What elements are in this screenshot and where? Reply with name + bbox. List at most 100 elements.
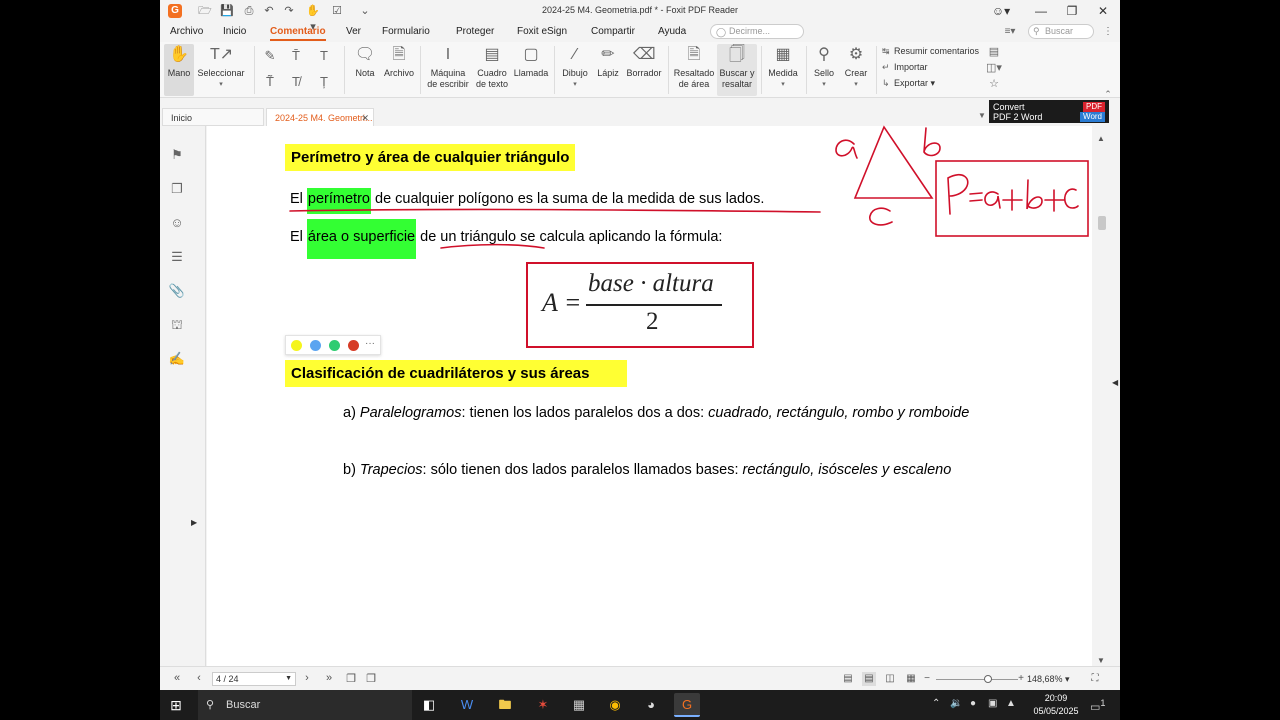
zoom-level-dropdown[interactable]: 148,68% ▾ (1027, 672, 1079, 686)
right-panel-toggle[interactable]: ◀ (1111, 126, 1120, 666)
color-green-swatch[interactable] (329, 340, 340, 351)
eraser-button[interactable]: ⌫ Borrador (624, 44, 664, 79)
callout-button[interactable]: ▢ Llamada (512, 44, 550, 79)
more-options-icon[interactable]: ⋮ (1100, 24, 1116, 40)
menu-foxit-esign[interactable]: Foxit eSign (517, 26, 567, 37)
bookmark-icon[interactable]: ⚑ (168, 146, 186, 164)
taskbar-search-box[interactable]: ⚲ Buscar (198, 690, 412, 720)
note-button[interactable]: 🗨 Nota (350, 44, 380, 79)
comments-icon[interactable]: ☺ (168, 214, 186, 232)
select-tool-button[interactable]: T↗ Seleccionar ▾ (196, 44, 246, 90)
device-icon[interactable]: ▣ (988, 698, 997, 709)
textbox-button[interactable]: ▤ Cuadro de texto (472, 44, 512, 90)
menu-ver[interactable]: Ver (346, 26, 361, 37)
replace-text-icon[interactable]: T̸ (288, 74, 304, 90)
next-view-icon[interactable]: ❐ (364, 672, 378, 685)
scrollbar-thumb[interactable] (1098, 216, 1106, 230)
file-explorer-icon[interactable]: 🖿 (492, 693, 518, 717)
stamp-button[interactable]: ⚲ Sello ▾ (810, 44, 838, 90)
typewriter-button[interactable]: I Máquina de escribir (426, 44, 470, 90)
menu-inicio[interactable]: Inicio (223, 26, 246, 37)
tab-document[interactable]: 2024-25 M4. Geometri... ✕ (266, 108, 374, 126)
scroll-down-icon[interactable]: ▼ (1097, 656, 1105, 665)
create-button[interactable]: ⚙ Crear ▾ (842, 44, 870, 90)
continuous-view-icon[interactable]: ▤ (862, 672, 876, 686)
underline-text-icon[interactable]: T (316, 48, 332, 64)
windows-start-icon[interactable]: ⊞ (168, 697, 184, 713)
comment-view-icon[interactable]: ◫▾ (986, 60, 1002, 76)
color-blue-swatch[interactable] (310, 340, 321, 351)
layers-icon[interactable]: ☰ (168, 248, 186, 266)
facing-view-icon[interactable]: ◫ (883, 672, 897, 686)
notification-icon[interactable]: ▭1 (1090, 698, 1106, 714)
squiggly-text-icon[interactable]: T̃ (262, 74, 278, 90)
wifi-icon[interactable]: ▲ (1006, 698, 1016, 709)
minimize-button[interactable]: — (1026, 2, 1056, 20)
keep-tool-icon[interactable]: ☆ (986, 76, 1002, 92)
highlight-icon[interactable]: ✎ (262, 48, 278, 64)
expand-right-panel-icon[interactable]: ◀ (1112, 378, 1118, 387)
area-highlight-button[interactable]: 🗎 Resaltado de área (672, 44, 716, 90)
security-icon[interactable]: ⛫ (168, 316, 186, 334)
task-view-icon[interactable]: ◧ (416, 693, 442, 717)
previous-page-icon[interactable]: ‹ (192, 672, 206, 684)
convert-pdf-word-banner[interactable]: Convert PDF 2 Word PDF Word (989, 100, 1109, 123)
export-button[interactable]: ↳ Exportar ▾ (882, 76, 935, 90)
zoom-in-icon[interactable]: + (1014, 672, 1028, 686)
menu-compartir[interactable]: Compartir (591, 26, 635, 37)
color-red-swatch[interactable] (348, 340, 359, 351)
page-thumbnails-icon[interactable]: ❐ (168, 180, 186, 198)
menu-ayuda[interactable]: Ayuda (658, 26, 686, 37)
next-page-icon[interactable]: › (300, 672, 314, 684)
zoom-slider-knob[interactable] (984, 675, 992, 683)
insert-text-icon[interactable]: Ț (316, 74, 332, 90)
import-button[interactable]: ↵ Importar (882, 60, 928, 74)
summarize-comments-button[interactable]: ↹ Resumir comentarios (882, 44, 979, 58)
word-app-icon[interactable]: W (454, 693, 480, 717)
page-number-input[interactable]: 4 / 24 ▼ (212, 672, 296, 686)
menu-archivo[interactable]: Archivo (170, 26, 203, 37)
first-page-icon[interactable]: « (170, 672, 184, 684)
strikeout-text-icon[interactable]: T̄ (288, 48, 304, 64)
drawing-button[interactable]: ∕ Dibujo ▾ (558, 44, 592, 90)
recorder-app-icon[interactable]: ◕ (638, 693, 664, 717)
signature-icon[interactable]: ✍ (168, 350, 186, 368)
continuous-facing-view-icon[interactable]: ▦ (904, 672, 918, 686)
measure-button[interactable]: ▦ Medida ▾ (764, 44, 802, 90)
microphone-icon[interactable]: ● (970, 698, 976, 709)
tab-home[interactable]: Inicio (162, 108, 264, 126)
tab-list-dropdown-icon[interactable]: ▼ (974, 108, 990, 124)
more-colors-icon[interactable]: ··· (365, 338, 375, 349)
scroll-up-icon[interactable]: ▲ (1097, 134, 1105, 143)
expand-panel-icon[interactable]: ▶ (191, 518, 197, 527)
full-screen-icon[interactable]: ⛶ (1088, 672, 1102, 686)
previous-view-icon[interactable]: ❐ (344, 672, 358, 685)
hand-tool-button[interactable]: ✋ Mano (164, 44, 194, 96)
menu-proteger[interactable]: Proteger (456, 26, 494, 37)
close-tab-icon[interactable]: ✕ (361, 109, 369, 127)
attachment-icon[interactable]: 📎 (168, 282, 186, 300)
search-input[interactable]: ⚲ Buscar (1028, 24, 1094, 39)
menu-comentario[interactable]: Comentario (270, 26, 326, 37)
restore-button[interactable]: ❐ (1057, 2, 1087, 20)
vertical-scrollbar[interactable]: ▲ ▼ (1094, 126, 1110, 666)
tell-me-input[interactable]: ◯ Decirme... (710, 24, 804, 39)
single-page-view-icon[interactable]: ▤ (841, 672, 855, 686)
foxit-taskbar-icon[interactable]: G (674, 693, 700, 717)
attach-file-button[interactable]: 🗎 Archivo (382, 44, 416, 79)
tray-expand-icon[interactable]: ⌃ (932, 698, 940, 709)
close-button[interactable]: ✕ (1088, 2, 1118, 20)
chrome-app-icon[interactable]: ◉ (602, 693, 628, 717)
search-highlight-button[interactable]: 🗍 Buscar y resaltar (717, 44, 757, 96)
speaker-icon[interactable]: 🔉 (950, 698, 962, 709)
last-page-icon[interactable]: » (322, 672, 336, 684)
zoom-out-icon[interactable]: − (920, 672, 934, 686)
search-options-icon[interactable]: ≡▾ (1002, 24, 1018, 40)
acrobat-app-icon[interactable]: ✶ (530, 693, 556, 717)
calculator-app-icon[interactable]: ▦ (566, 693, 592, 717)
menu-formulario[interactable]: Formulario (382, 26, 430, 37)
zoom-slider[interactable] (936, 675, 1018, 683)
color-yellow-swatch[interactable] (291, 340, 302, 351)
pencil-button[interactable]: ✏ Lápiz (594, 44, 622, 79)
comment-list-icon[interactable]: ▤ (986, 44, 1002, 60)
